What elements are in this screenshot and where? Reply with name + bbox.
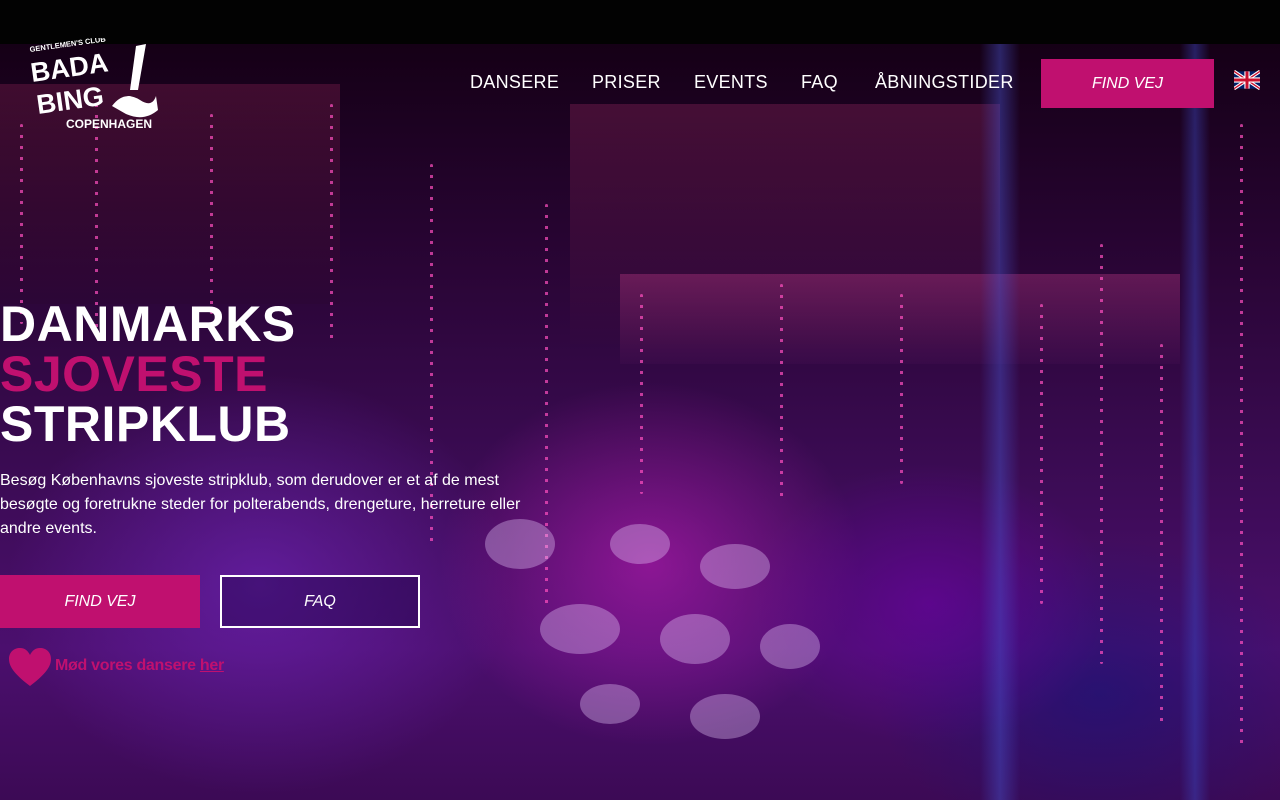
- hero-title-line-1: DANMARKS: [0, 296, 296, 352]
- nav-item-abningstider[interactable]: ÅBNINGSTIDER: [875, 72, 1014, 93]
- meet-dancers-link[interactable]: her: [200, 657, 224, 674]
- find-vej-button[interactable]: FIND VEJ: [0, 575, 200, 628]
- faq-button[interactable]: FAQ: [220, 575, 420, 628]
- bada-bing-logo[interactable]: GENTLEMEN'S CLUB BADA BING COPENHAGEN: [28, 38, 162, 132]
- hero-title-line-3: STRIPKLUB: [0, 396, 291, 452]
- heart-icon: [9, 648, 51, 686]
- meet-dancers-label: Mød vores dansere: [55, 657, 196, 674]
- uk-flag-icon[interactable]: [1234, 70, 1260, 90]
- logo-dancer-icon: [112, 96, 158, 118]
- nav-item-events[interactable]: EVENTS: [694, 72, 768, 93]
- nav-item-priser[interactable]: PRISER: [592, 72, 661, 93]
- logo-exclamation-icon: [130, 44, 146, 90]
- nav-item-faq[interactable]: FAQ: [801, 72, 838, 93]
- hero-description: Besøg Københavns sjoveste stripklub, som…: [0, 472, 521, 537]
- find-vej-nav-button[interactable]: FIND VEJ: [1041, 59, 1214, 108]
- nav-item-dansere[interactable]: DANSERE: [470, 72, 559, 93]
- top-black-bar: [0, 0, 1280, 44]
- meet-dancers-text: Mød vores dansere her: [55, 657, 224, 675]
- logo-bottom-text: COPENHAGEN: [66, 117, 152, 131]
- logo-main-2: BING: [35, 81, 106, 120]
- hero-title-line-2: SJOVESTE: [0, 346, 268, 402]
